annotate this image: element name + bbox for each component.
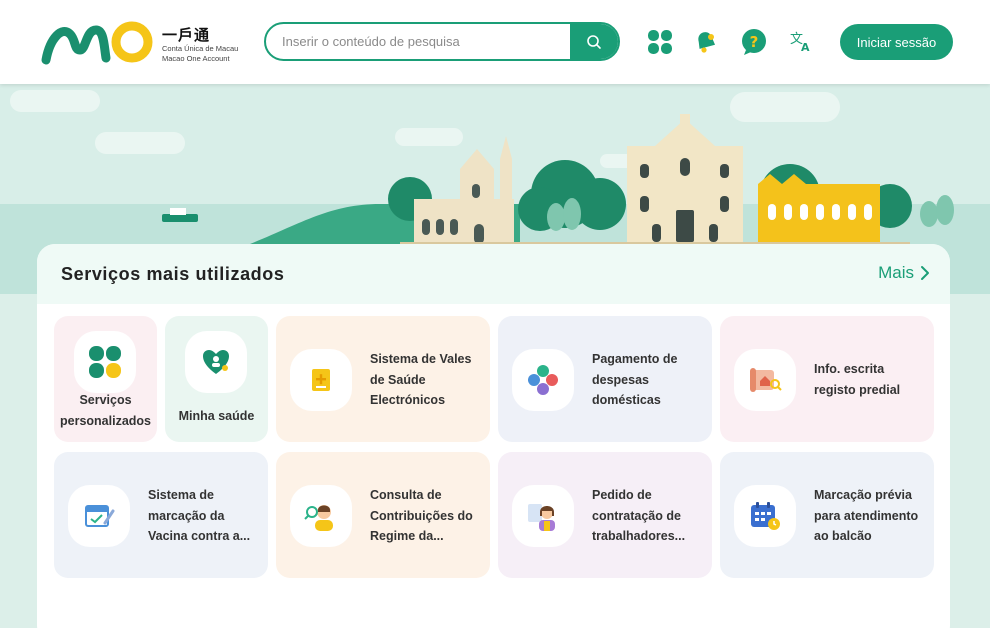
- tile-icon-badge: [290, 349, 352, 411]
- clover-menu-button[interactable]: [646, 28, 674, 56]
- search-icon: [587, 34, 601, 49]
- tile-label: Minha saúde: [178, 409, 255, 423]
- clover-icon: [648, 30, 672, 54]
- tile-icon-badge: [734, 485, 796, 547]
- tile-label: Pagamento de despesas domésticas: [592, 352, 678, 407]
- panel-header: Serviços mais utilizados Mais: [37, 244, 950, 304]
- more-label: Mais: [878, 263, 914, 282]
- appointment-calendar-icon: [751, 502, 780, 530]
- clover-icon: [89, 346, 121, 378]
- tile-icon-badge: [290, 485, 352, 547]
- service-tile-personalized[interactable]: Serviços personalizados: [54, 316, 157, 442]
- language-button[interactable]: 文 A: [786, 28, 814, 56]
- login-button[interactable]: Iniciar sessão: [840, 24, 953, 60]
- health-voucher-icon: [312, 369, 330, 391]
- logo-mark-icon: [41, 21, 153, 65]
- help-icon: ?: [742, 29, 766, 55]
- health-heart-icon: [203, 350, 229, 374]
- vaccine-calendar-icon: [85, 505, 115, 527]
- service-tile-my-health[interactable]: Minha saúde: [165, 316, 268, 442]
- search-button[interactable]: [570, 24, 618, 59]
- help-button[interactable]: ?: [740, 28, 768, 56]
- service-tile-vaccine-booking[interactable]: Sistema de marcação da Vacina contra a..…: [54, 452, 268, 578]
- utilities-icon: [528, 365, 558, 395]
- frequent-services-panel: Serviços mais utilizados Mais Serviços p…: [37, 244, 950, 628]
- notifications-button[interactable]: [692, 28, 720, 56]
- tile-icon-badge: [68, 485, 130, 547]
- service-tile-household-payments[interactable]: Pagamento de despesas domésticas: [498, 316, 712, 442]
- search-input[interactable]: [266, 24, 571, 59]
- search-bar: [264, 22, 620, 61]
- tile-icon-badge: [74, 331, 136, 393]
- service-tile-health-vouchers[interactable]: Sistema de Vales de Saúde Electrónicos: [276, 316, 490, 442]
- service-tile-contribution-query[interactable]: Consulta de Contribuições do Regime da..…: [276, 452, 490, 578]
- chevron-right-icon: [921, 266, 929, 280]
- tile-label: Marcação prévia para atendimento ao balc…: [814, 488, 919, 543]
- service-tile-counter-appointment[interactable]: Marcação prévia para atendimento ao balc…: [720, 452, 934, 578]
- translate-icon: 文 A: [790, 32, 810, 54]
- tile-label: Serviços personalizados: [60, 393, 151, 428]
- contribution-search-icon: [304, 505, 333, 531]
- service-tile-worker-hiring[interactable]: Pedido de contratação de trabalhadores..…: [498, 452, 712, 578]
- logo-subtitle-en: Macao One Account: [162, 54, 230, 63]
- tile-label: Info. escrita registo predial: [814, 362, 901, 397]
- bell-icon: [698, 32, 716, 53]
- worker-hiring-icon: [528, 504, 555, 531]
- tile-label: Sistema de Vales de Saúde Electrónicos: [370, 352, 472, 407]
- svg-text:?: ?: [750, 33, 759, 51]
- logo-subtitle-pt: Conta Única de Macau: [162, 44, 239, 53]
- tile-icon-badge: [512, 349, 574, 411]
- macao-one-account-logo[interactable]: 一戶通 Conta Única de Macau Macao One Accou…: [40, 18, 240, 68]
- logo-title: 一戶通: [162, 26, 211, 44]
- tile-label: Sistema de marcação da Vacina contra a..…: [148, 488, 251, 543]
- tile-label: Pedido de contratação de trabalhadores..…: [592, 488, 686, 543]
- top-header: 一戶通 Conta Única de Macau Macao One Accou…: [0, 0, 990, 84]
- service-tile-property-registry[interactable]: Info. escrita registo predial: [720, 316, 934, 442]
- tile-label: Consulta de Contribuições do Regime da..…: [370, 488, 473, 543]
- svg-text:A: A: [801, 41, 810, 54]
- tile-icon-badge: [734, 349, 796, 411]
- tile-icon-badge: [185, 331, 247, 393]
- more-link[interactable]: Mais: [878, 263, 930, 283]
- section-title: Serviços mais utilizados: [61, 264, 285, 284]
- property-scroll-icon: [750, 368, 782, 392]
- tile-icon-badge: [512, 485, 574, 547]
